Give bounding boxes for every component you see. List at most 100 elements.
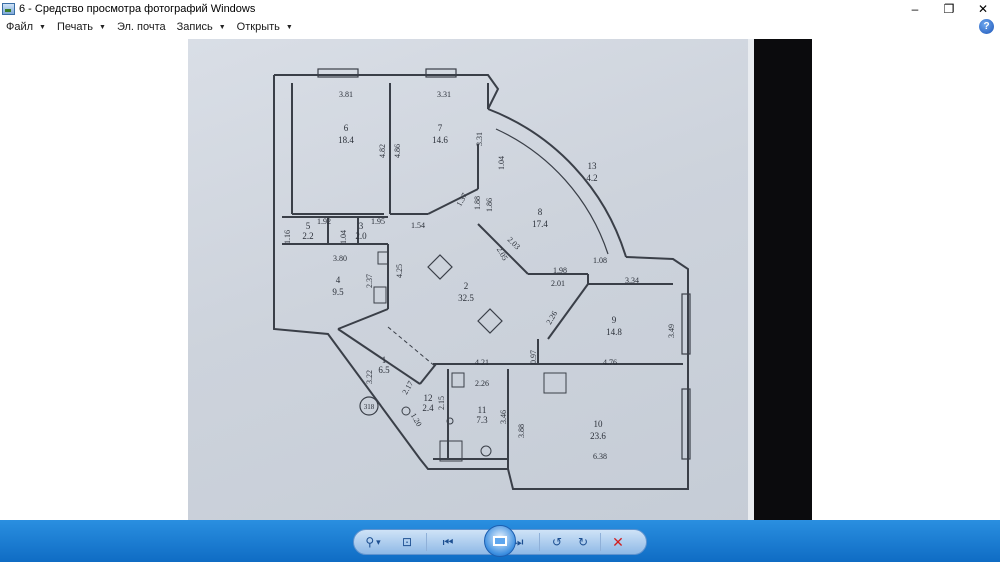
dropdown-arrow-icon: ▼ — [285, 23, 293, 31]
toolbar-separator — [600, 533, 601, 551]
close-button[interactable]: ✕ — [966, 0, 1000, 17]
room-number: 11 — [478, 405, 487, 415]
room-number: 9 — [612, 315, 617, 325]
image-viewer-area: 6 18.4 7 14.6 13 4.2 8 17.4 5 2.2 3 2.0 … — [0, 37, 1000, 520]
room-area: 14.6 — [432, 135, 448, 145]
rotate-ccw-icon: ↺ — [551, 535, 563, 549]
dimension-label: 1.92 — [317, 217, 331, 226]
dimension-label: 1.04 — [497, 156, 506, 170]
dimension-label: 0.97 — [529, 350, 538, 364]
room-number: 3 — [359, 221, 364, 231]
dimension-label: 3.81 — [339, 90, 353, 99]
room-area: 32.5 — [458, 293, 474, 303]
dimension-label: 2.03 — [506, 235, 522, 251]
restore-button[interactable]: ❐ — [932, 0, 966, 17]
room-number: 7 — [438, 123, 443, 133]
rotate-counterclockwise-button[interactable]: ↺ — [544, 531, 570, 553]
slideshow-button[interactable] — [484, 525, 516, 557]
dropdown-arrow-icon: ▼ — [218, 23, 226, 31]
menu-open[interactable]: Открыть ▼ — [231, 17, 298, 37]
dimension-label: 1.98 — [553, 266, 567, 275]
room-area: 14.8 — [606, 327, 622, 337]
dimension-label: 1.88 — [473, 196, 482, 210]
menu-print[interactable]: Печать ▼ — [51, 17, 111, 37]
dimension-label: 3.31 — [475, 132, 484, 146]
window-controls: – ❐ ✕ — [898, 0, 1000, 17]
room-number: 4 — [336, 275, 341, 285]
photo-viewer-app-icon — [2, 2, 15, 15]
floor-plan-photo: 6 18.4 7 14.6 13 4.2 8 17.4 5 2.2 3 2.0 … — [188, 39, 812, 520]
menu-burn-label: Запись — [176, 21, 213, 33]
room-area: 23.6 — [590, 431, 606, 441]
room-area: 4.2 — [586, 173, 597, 183]
room-area: 9.5 — [332, 287, 344, 297]
stamp-label: 318 — [364, 403, 375, 411]
dimension-label: 1.54 — [411, 221, 425, 230]
previous-button[interactable]: ⏮ — [431, 531, 465, 553]
toolbar-separator — [539, 533, 540, 551]
slideshow-icon — [493, 536, 507, 546]
dimension-label: 3.31 — [437, 90, 451, 99]
rotate-cw-icon: ↻ — [577, 535, 589, 549]
room-number: 13 — [588, 161, 598, 171]
zoom-dropdown-icon: ▾ — [376, 536, 381, 547]
dimension-label: 4.76 — [603, 358, 617, 367]
delete-icon: ✕ — [612, 533, 624, 550]
dimension-label: 4.82 — [378, 144, 387, 158]
floor-plan-drawing: 6 18.4 7 14.6 13 4.2 8 17.4 5 2.2 3 2.0 … — [273, 68, 691, 490]
dimension-label: 4.25 — [395, 264, 404, 278]
dimension-label: 1.16 — [283, 230, 292, 244]
room-number: 2 — [464, 281, 469, 291]
dimension-label: 3.80 — [333, 254, 347, 263]
room-number: 10 — [594, 419, 604, 429]
rotate-clockwise-button[interactable]: ↻ — [570, 531, 596, 553]
menu-file-label: Файл — [6, 21, 34, 33]
room-number: 1 — [382, 355, 387, 365]
fit-window-icon: ⊡ — [401, 535, 413, 549]
dimension-label: 4.86 — [393, 144, 402, 158]
dimension-label: 1.20 — [409, 411, 424, 428]
dimension-label: 1.95 — [371, 217, 385, 226]
dimension-label: 2.37 — [365, 274, 374, 288]
menu-email[interactable]: Эл. почта — [111, 17, 171, 37]
room-area: 18.4 — [338, 135, 354, 145]
room-area: 17.4 — [532, 219, 548, 229]
previous-icon: ⏮ — [442, 534, 454, 549]
menu-burn[interactable]: Запись ▼ — [171, 17, 231, 37]
menu-print-label: Печать — [56, 21, 94, 33]
dimension-label: 1.08 — [593, 256, 607, 265]
dimension-label: 1.86 — [485, 198, 494, 212]
title-bar: 6 - Средство просмотра фотографий Window… — [0, 0, 1000, 17]
room-area: 6.5 — [378, 365, 390, 375]
fit-to-window-button[interactable]: ⊡ — [392, 531, 422, 553]
dimension-label: 2.26 — [475, 379, 489, 388]
room-number: 8 — [538, 207, 543, 217]
room-area: 2.4 — [422, 403, 434, 413]
help-icon[interactable]: ? — [979, 19, 994, 34]
minimize-button[interactable]: – — [898, 0, 932, 17]
room-area: 2.2 — [302, 231, 313, 241]
room-area: 7.3 — [476, 415, 488, 425]
window-title: 6 - Средство просмотра фотографий Window… — [19, 2, 256, 15]
dimension-label: 2.01 — [551, 279, 565, 288]
room-area: 2.0 — [355, 231, 367, 241]
delete-button[interactable]: ✕ — [605, 531, 631, 553]
menu-email-label: Эл. почта — [116, 21, 166, 33]
dimension-label: 2.17 — [400, 379, 415, 396]
photo-dark-background — [754, 39, 812, 520]
dimension-label: 3.46 — [499, 410, 508, 424]
viewer-toolbar: ⚲ ▾ ⊡ ⏮ ⏭ ↺ ↻ ✕ — [0, 520, 1000, 562]
dimension-label: 6.38 — [593, 452, 607, 461]
room-number: 6 — [344, 123, 349, 133]
dimension-label: 1.04 — [339, 230, 348, 244]
zoom-button[interactable]: ⚲ ▾ — [354, 531, 392, 553]
menu-bar: Файл ▼ Печать ▼ Эл. почта Запись ▼ Откры… — [0, 17, 1000, 37]
dimension-label: 4.21 — [475, 358, 489, 367]
dimension-label: 2.15 — [437, 396, 446, 410]
dimension-label: 3.88 — [517, 424, 526, 438]
dimension-label: 3.49 — [667, 324, 676, 338]
dimension-label: 3.34 — [625, 276, 639, 285]
room-number: 5 — [306, 221, 311, 231]
zoom-icon: ⚲ — [365, 535, 375, 549]
menu-file[interactable]: Файл ▼ — [0, 17, 51, 37]
